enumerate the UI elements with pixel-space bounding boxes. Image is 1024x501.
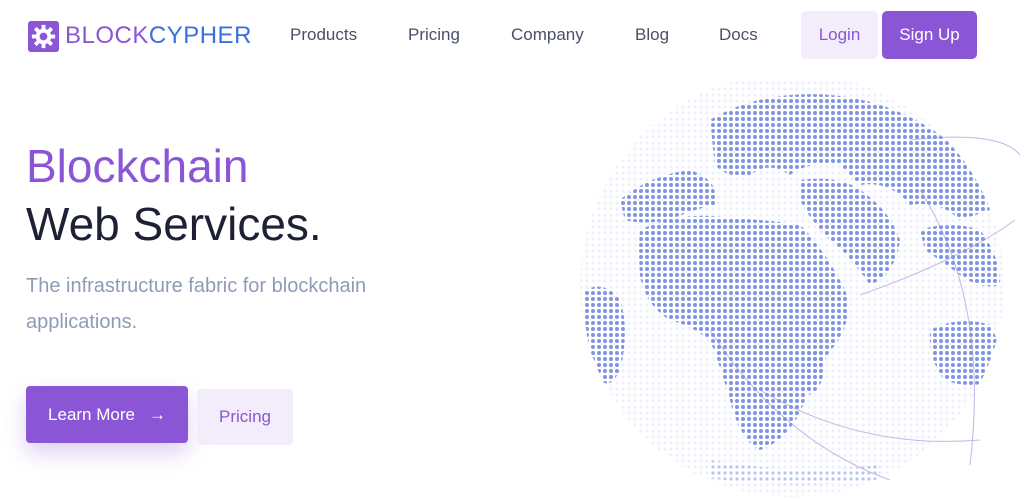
nav-products-link[interactable]: Products	[290, 24, 357, 46]
nav-pricing-link[interactable]: Pricing	[408, 24, 460, 46]
login-button[interactable]: Login	[801, 11, 878, 59]
hero-subtitle: The infrastructure fabric for blockchain…	[26, 275, 367, 333]
brand-logo[interactable]: BLOCKCYPHER	[28, 20, 252, 52]
nav-docs-link[interactable]: Docs	[719, 24, 758, 46]
learn-more-label: Learn More	[48, 404, 135, 424]
arrow-right-icon: →	[148, 404, 166, 424]
pricing-button[interactable]: Pricing	[197, 389, 293, 445]
nav-company-link[interactable]: Company	[511, 24, 584, 46]
learn-more-button[interactable]: Learn More →	[26, 386, 188, 443]
dotted-globe-illustration	[580, 80, 1021, 497]
nav-blog-link[interactable]: Blog	[635, 24, 669, 46]
hero-title-line2: Web Services.	[26, 198, 322, 250]
brand-name: BLOCKCYPHER	[65, 20, 252, 52]
brand-name-part1: BLOCK	[65, 22, 149, 49]
brand-name-part2: CYPHER	[148, 22, 252, 49]
top-nav: BLOCKCYPHER Products Pricing Company Blo…	[0, 0, 1024, 70]
gear-cube-icon	[28, 20, 59, 52]
signup-button[interactable]: Sign Up	[882, 11, 977, 59]
hero-title-line1: Blockchain	[26, 140, 249, 192]
